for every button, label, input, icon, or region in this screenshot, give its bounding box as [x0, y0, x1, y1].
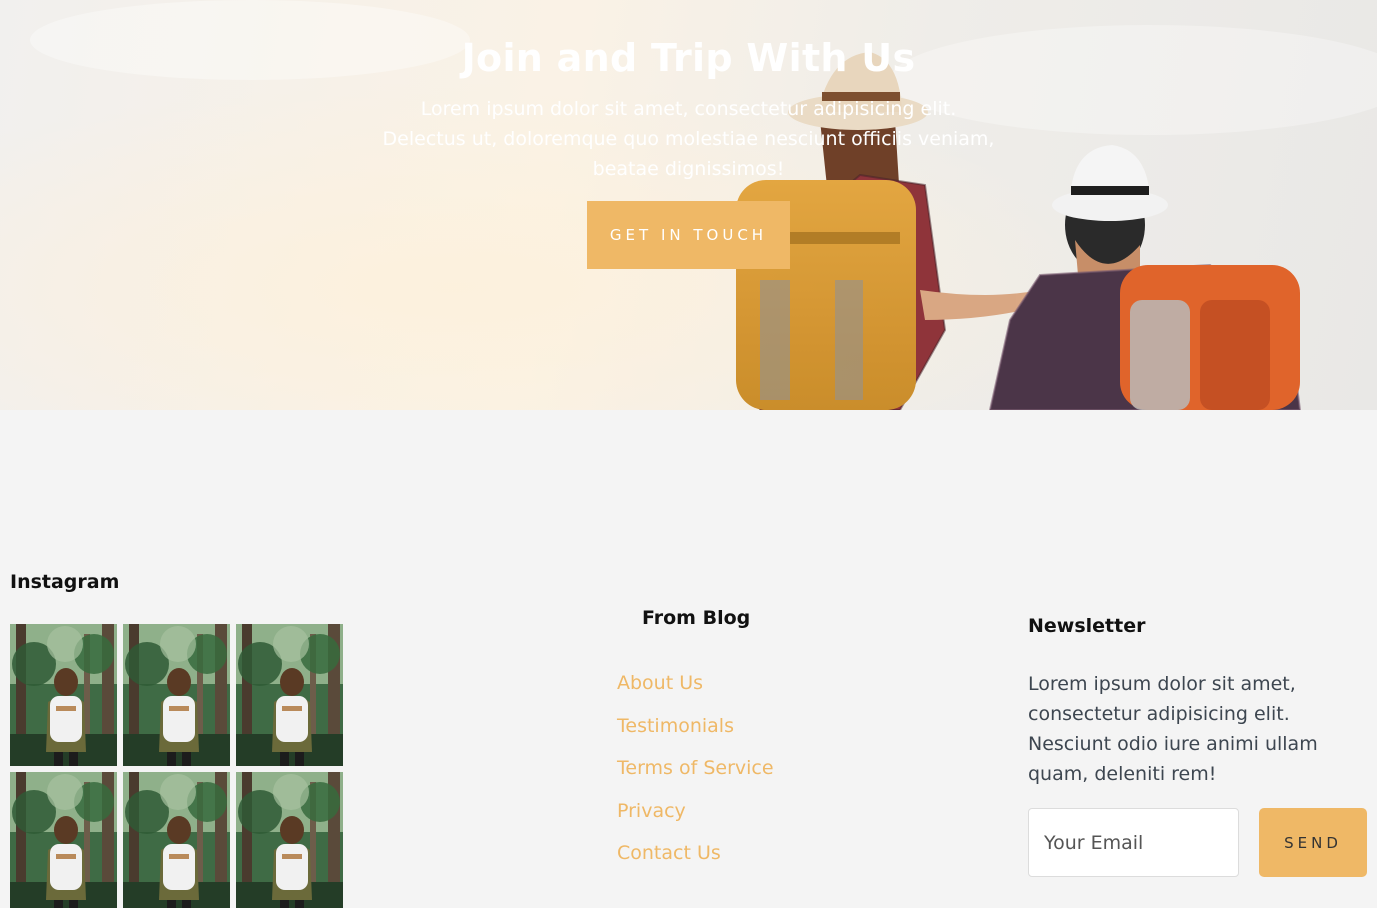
hiker-photo — [123, 772, 230, 908]
instagram-grid — [10, 624, 345, 908]
hiker-photo — [123, 624, 230, 766]
hiker-photo — [10, 772, 117, 908]
newsletter-description: Lorem ipsum dolor sit amet, consectetur … — [1028, 673, 1318, 785]
list-item: About Us — [617, 662, 774, 705]
send-button[interactable]: SEND — [1259, 808, 1367, 877]
email-input[interactable] — [1028, 808, 1239, 877]
blog-title: From Blog — [642, 607, 751, 629]
hero-description: Lorem ipsum dolor sit amet, consectetur … — [382, 98, 995, 180]
instagram-thumbnail[interactable] — [236, 624, 343, 766]
instagram-thumbnail[interactable] — [123, 772, 230, 908]
hiker-photo — [236, 624, 343, 766]
hero-title: Join and Trip With Us — [461, 36, 916, 80]
testimonials-link[interactable]: Testimonials — [617, 715, 734, 737]
hiker-photo — [236, 772, 343, 908]
list-item: Terms of Service — [617, 747, 774, 790]
hero-banner: Join and Trip With Us Lorem ipsum dolor … — [0, 0, 1377, 410]
instagram-thumbnail[interactable] — [10, 772, 117, 908]
terms-of-service-link[interactable]: Terms of Service — [617, 757, 774, 779]
instagram-title: Instagram — [10, 571, 120, 593]
list-item: Privacy — [617, 790, 774, 833]
newsletter-title: Newsletter — [1028, 615, 1146, 637]
about-us-link[interactable]: About Us — [617, 672, 703, 694]
instagram-thumbnail[interactable] — [10, 624, 117, 766]
blog-links: About Us Testimonials Terms of Service P… — [617, 662, 774, 875]
list-item: Contact Us — [617, 832, 774, 875]
privacy-link[interactable]: Privacy — [617, 800, 686, 822]
contact-us-link[interactable]: Contact Us — [617, 842, 721, 864]
hiker-photo — [10, 624, 117, 766]
instagram-thumbnail[interactable] — [236, 772, 343, 908]
list-item: Testimonials — [617, 705, 774, 748]
instagram-thumbnail[interactable] — [123, 624, 230, 766]
get-in-touch-button[interactable]: GET IN TOUCH — [587, 201, 790, 269]
